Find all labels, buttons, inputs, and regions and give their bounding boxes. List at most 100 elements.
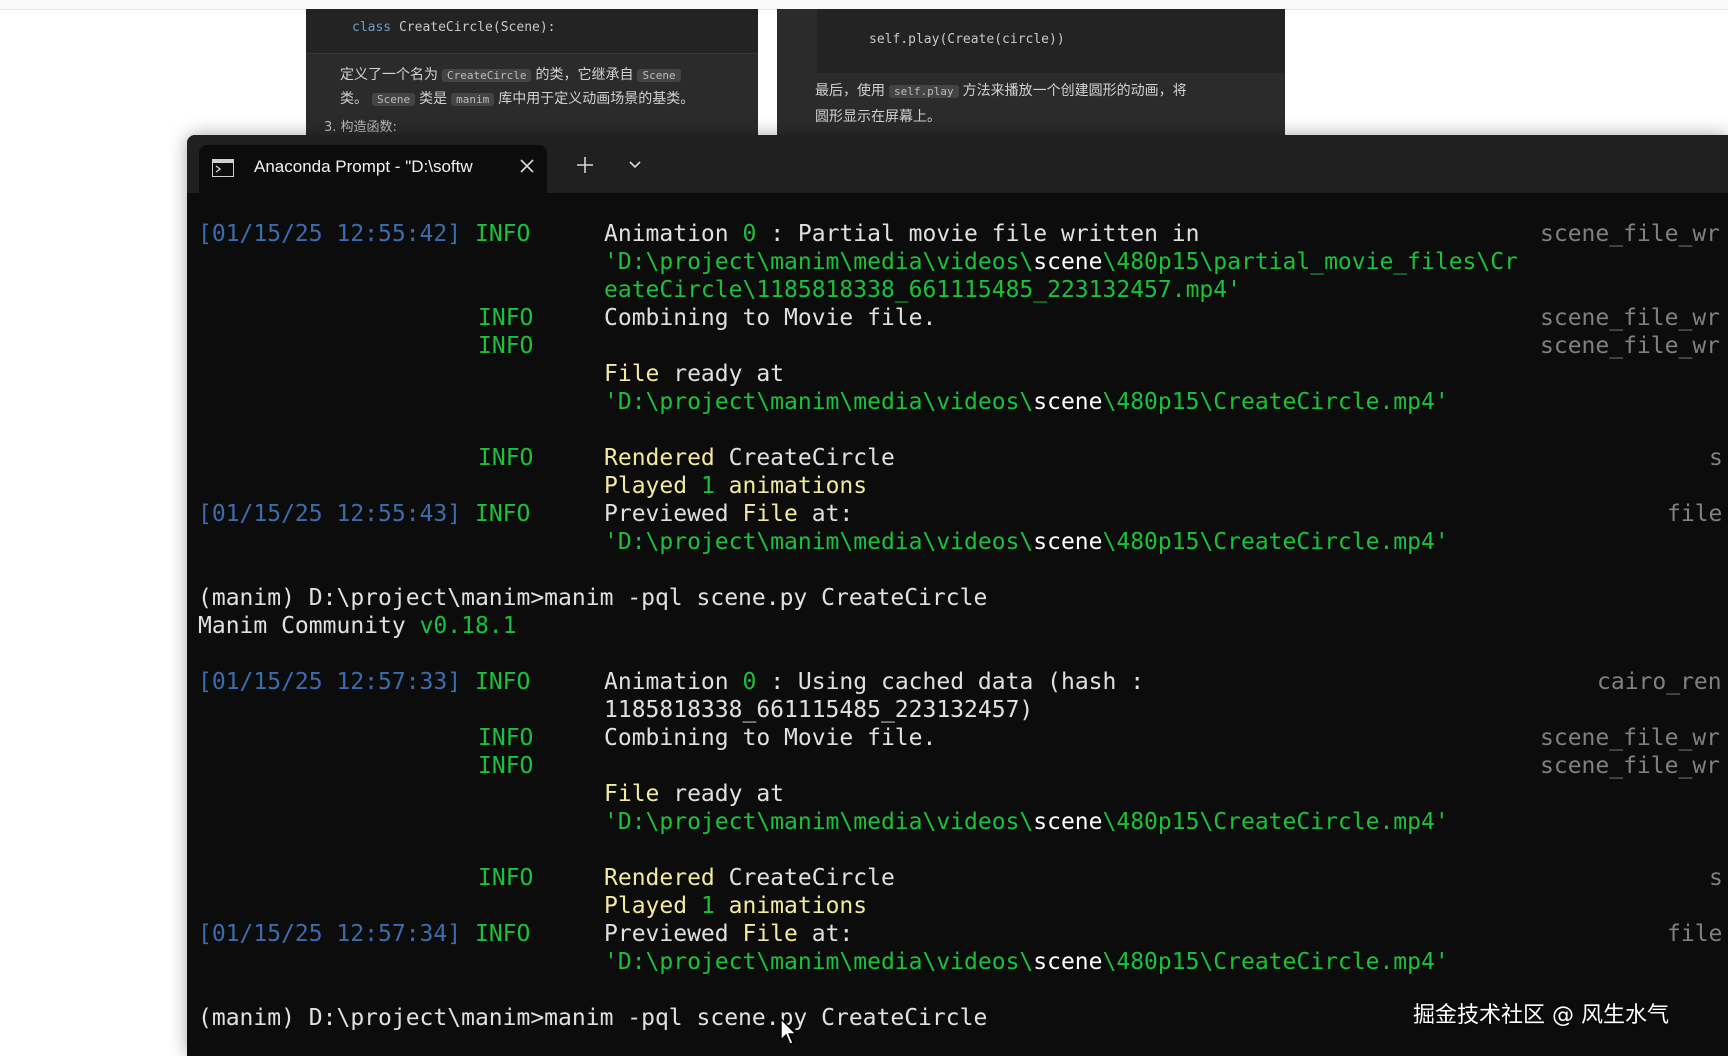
- log-message: Rendered CreateCircle: [604, 444, 895, 472]
- log-level: INFO: [478, 865, 534, 891]
- log-path: eateCircle\1185818338_661115485_22313245…: [604, 277, 1241, 303]
- doc-paragraph-line: 类。 Scene 类是 manim 库中用于定义动画场景的基类。: [340, 87, 694, 112]
- inline-code: Scene: [372, 93, 416, 106]
- code-line: class CreateCircle(Scene):: [352, 20, 556, 35]
- log-number: 1: [700, 893, 715, 919]
- log-message: Animation 0 : Using cached data (hash :: [604, 668, 1144, 696]
- mouse-cursor-icon: [780, 1017, 800, 1046]
- code-text: CreateCircle(Scene):: [391, 20, 556, 35]
- command-prompt[interactable]: (manim) D:\project\manim>manim -pql scen…: [198, 1004, 987, 1032]
- console-output[interactable]: [01/15/25 12:55:42] INFO Animation 0 : P…: [187, 193, 1728, 1056]
- log-source: scene_file_wr: [1540, 753, 1721, 779]
- doc-text: 类。: [340, 91, 368, 107]
- log-source: scene_file_wr: [1540, 725, 1721, 751]
- doc-paragraph-line: 最后，使用 self.play 方法来播放一个创建圆形的动画，将: [815, 79, 1187, 104]
- tab-title: Anaconda Prompt - "D:\softw: [254, 157, 473, 176]
- doc-heading: 3. 构造函数:: [324, 120, 397, 135]
- code-block: self.play(Create(circle)): [817, 9, 1285, 73]
- log-message: Combining to Movie file.: [604, 305, 937, 331]
- log-number: 0: [742, 221, 757, 247]
- code-block: class CreateCircle(Scene):: [306, 9, 758, 54]
- path-text: \480p15\CreateCircle.mp4': [1102, 529, 1449, 555]
- log-message: Played 1 animations: [604, 472, 867, 500]
- log-message: Combining to Movie file.: [604, 725, 937, 751]
- path-text: \480p15\partial_movie_files\Cr: [1102, 249, 1518, 275]
- inline-code: Scene: [637, 69, 681, 82]
- path-text: 'D:\project\manim\media\videos\: [604, 529, 1034, 555]
- log-keyword: Played: [604, 473, 701, 499]
- log-path: 'D:\project\manim\media\videos\scene\480…: [604, 248, 1518, 276]
- doc-text: 的类，它继承自: [535, 67, 634, 83]
- log-text: : Partial movie file written in: [756, 221, 1200, 247]
- path-highlight: scene: [1033, 809, 1103, 835]
- log-level: INFO: [474, 921, 531, 947]
- doc-panel-right: self.play(Create(circle)) 最后，使用 self.play…: [777, 9, 1285, 135]
- log-text: CreateCircle: [714, 865, 895, 891]
- log-source: s: [1709, 865, 1723, 891]
- log-source: file: [1667, 501, 1723, 527]
- log-level: INFO: [478, 445, 534, 471]
- log-text: Manim Community: [198, 613, 420, 639]
- log-keyword: File: [604, 781, 660, 807]
- log-path: 'D:\project\manim\media\videos\scene\480…: [604, 948, 1449, 976]
- terminal-tab[interactable]: Anaconda Prompt - "D:\softw: [199, 145, 547, 193]
- path-text: 'D:\project\manim\media\videos\: [604, 949, 1034, 975]
- log-level: INFO: [474, 221, 531, 247]
- log-text: : Using cached data (hash :: [756, 669, 1145, 695]
- log-line: [01/15/25 12:57:33] INFO: [198, 668, 530, 696]
- path-text: 'D:\project\manim\media\videos\: [604, 249, 1034, 275]
- log-line: [01/15/25 12:55:42] INFO: [198, 220, 530, 248]
- inline-code: self.play: [889, 85, 959, 98]
- chevron-down-icon[interactable]: [627, 157, 643, 173]
- log-keyword: Played: [604, 893, 701, 919]
- log-text: ready at: [659, 781, 785, 807]
- code-keyword: class: [352, 20, 392, 35]
- log-number: 1: [700, 473, 715, 499]
- log-path: 'D:\project\manim\media\videos\scene\480…: [604, 528, 1449, 556]
- log-source: file: [1667, 921, 1723, 947]
- doc-text: 库中用于定义动画场景的基类。: [498, 91, 695, 107]
- log-line: [01/15/25 12:55:43] INFO: [198, 500, 530, 528]
- log-line: [01/15/25 12:57:34] INFO: [198, 920, 530, 948]
- version-line: Manim Community v0.18.1: [198, 612, 517, 640]
- doc-text: 方法来播放一个创建圆形的动画，将: [962, 83, 1187, 99]
- path-text: 'D:\project\manim\media\videos\: [604, 389, 1034, 415]
- close-icon[interactable]: [517, 158, 537, 178]
- log-text: CreateCircle: [714, 445, 895, 471]
- path-highlight: scene: [1033, 529, 1103, 555]
- log-text: Animation: [604, 221, 743, 247]
- command-prompt: (manim) D:\project\manim>manim -pql scen…: [198, 585, 988, 611]
- timestamp: [01/15/25 12:57:33]: [198, 669, 462, 695]
- log-source: cairo_ren: [1597, 669, 1722, 695]
- plus-icon[interactable]: [573, 153, 597, 177]
- log-message: File ready at: [604, 360, 784, 388]
- log-text: Previewed: [604, 501, 743, 527]
- path-highlight: scene: [1033, 949, 1103, 975]
- log-message: Played 1 animations: [604, 892, 867, 920]
- doc-paragraph-line: 定义了一个名为 CreateCircle 的类，它继承自 Scene: [340, 63, 685, 88]
- terminal-window[interactable]: Anaconda Prompt - "D:\softw [01/15/25 12…: [187, 135, 1728, 1056]
- log-source: scene_file_wr: [1540, 221, 1721, 247]
- log-keyword: File: [742, 921, 798, 947]
- log-message: 1185818338_661115485_223132457): [604, 697, 1034, 723]
- log-level: INFO: [478, 305, 534, 331]
- log-level: INFO: [474, 501, 531, 527]
- log-path: 'D:\project\manim\media\videos\scene\480…: [604, 388, 1449, 416]
- terminal-titlebar[interactable]: Anaconda Prompt - "D:\softw: [187, 135, 1728, 193]
- log-text: at:: [797, 501, 854, 527]
- timestamp: [01/15/25 12:55:43]: [198, 501, 462, 527]
- log-text: Previewed: [604, 921, 743, 947]
- inline-code: CreateCircle: [442, 69, 532, 82]
- doc-panel-left: class CreateCircle(Scene): 定义了一个名为 Create…: [306, 9, 758, 135]
- log-message: Previewed File at:: [604, 500, 853, 528]
- console-icon: [212, 159, 234, 177]
- timestamp: [01/15/25 12:57:34]: [198, 921, 462, 947]
- log-level: INFO: [478, 753, 534, 779]
- log-text: Animation: [604, 669, 743, 695]
- log-source: scene_file_wr: [1540, 305, 1721, 331]
- log-number: 0: [742, 669, 757, 695]
- doc-text: 类是: [419, 91, 448, 107]
- log-keyword: animations: [714, 473, 868, 499]
- log-level: INFO: [474, 669, 531, 695]
- log-message: Animation 0 : Partial movie file written…: [604, 220, 1199, 248]
